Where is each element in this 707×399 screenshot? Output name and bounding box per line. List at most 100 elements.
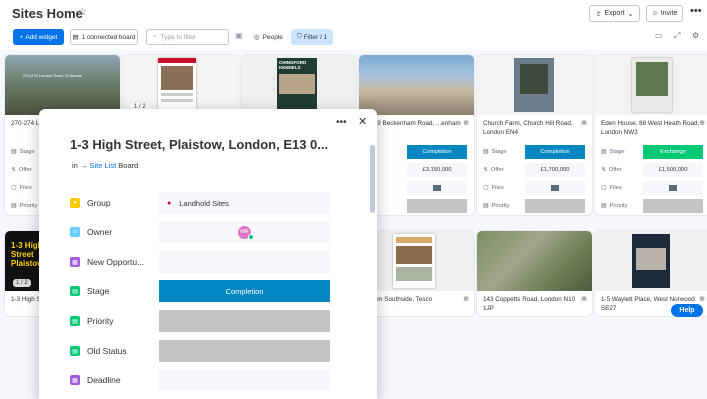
card-item[interactable]: 1 / 2 xyxy=(123,55,238,115)
avatar: MR xyxy=(238,225,254,240)
document-thumbnail xyxy=(632,58,672,112)
card-item[interactable]: CHINGFORD KENNELS xyxy=(241,55,356,115)
card-address: Church Farm, Church Hill Road, London EN… xyxy=(483,120,573,136)
card-field-offer: ↯ Offer £1,700,000 xyxy=(477,161,592,179)
more-options-icon[interactable]: ••• xyxy=(690,5,702,17)
card-image xyxy=(477,55,592,115)
card-field-files: ▢ Files xyxy=(595,179,707,197)
document-thumbnail xyxy=(632,234,670,288)
file-thumbnail-icon xyxy=(551,185,559,191)
comment-icon[interactable]: ⊕ xyxy=(463,119,469,127)
priority-icon: ▤ xyxy=(483,203,489,209)
people-filter-button[interactable]: ◎ People xyxy=(254,29,283,45)
board-breadcrumb: in → Site List Board xyxy=(72,161,139,170)
layout-icon[interactable]: ▭ xyxy=(655,31,663,40)
field-row-old-status: ▤ Old Status xyxy=(70,340,330,362)
offer-icon: ↯ xyxy=(11,167,16,173)
fullscreen-icon[interactable]: ⤢ xyxy=(674,31,680,41)
offer-icon: ↯ xyxy=(483,167,488,173)
star-icon[interactable]: ☆ xyxy=(78,7,87,18)
card-address: Eden House, 88 West Heath Road, London N… xyxy=(601,120,700,136)
card-image: CHINGFORD KENNELS xyxy=(241,55,356,115)
priority-value[interactable] xyxy=(159,310,330,332)
board-link[interactable]: Site List xyxy=(90,161,117,170)
files-icon: ▢ xyxy=(601,185,607,191)
comment-icon[interactable]: ⊕ xyxy=(581,119,587,127)
card-item[interactable]: 143 Coppetts Road, London N10 1JP ⊕ xyxy=(477,231,592,316)
top-bar: Sites Home ☆ ⇪ Export ⌄ ☺ Invite ••• xyxy=(0,0,707,28)
comment-icon[interactable]: ⊕ xyxy=(699,295,705,303)
new-opportunity-value[interactable] xyxy=(159,251,330,273)
invite-button[interactable]: ☺ Invite xyxy=(646,5,683,22)
stage-icon: ▤ xyxy=(11,149,17,155)
chevron-down-icon: ⌄ xyxy=(627,10,634,18)
document-thumbnail: CHINGFORD KENNELS xyxy=(277,58,317,112)
filter-button[interactable]: ⛉ Filter / 1 xyxy=(291,29,333,45)
stage-value[interactable]: Completion xyxy=(159,280,330,302)
settings-gear-icon[interactable]: ⚙ xyxy=(692,31,699,40)
comment-icon[interactable]: ⊕ xyxy=(463,295,469,303)
page-title: Sites Home xyxy=(12,6,83,21)
add-widget-button[interactable]: + Add widget xyxy=(13,29,64,45)
priority-icon: ▤ xyxy=(11,203,17,209)
export-button[interactable]: ⇪ Export ⌄ xyxy=(589,5,640,22)
card-address: 143 Coppetts Road, London N10 1JP xyxy=(483,296,576,312)
item-title: 1-3 High Street, Plaistow, London, E13 0… xyxy=(70,137,329,152)
files-icon: ▢ xyxy=(483,185,489,191)
stage-icon: ▤ xyxy=(601,149,607,155)
close-icon[interactable]: ✕ xyxy=(358,115,367,128)
item-detail-popup: ••• ✕ 1-3 High Street, Plaistow, London,… xyxy=(39,109,377,399)
connected-boards-button[interactable]: ▤ 1 connected board xyxy=(70,29,138,45)
card-field-stage: ▤ Stage Exchange xyxy=(595,143,707,161)
card-field-files: ▢ Files xyxy=(477,179,592,197)
offer-icon: ↯ xyxy=(601,167,606,173)
field-row-owner: ☺ Owner MR xyxy=(70,221,330,243)
export-icon: ⇪ xyxy=(595,10,602,18)
files-icon: ▢ xyxy=(11,185,17,191)
more-options-icon[interactable]: ••• xyxy=(336,117,347,128)
document-thumbnail xyxy=(158,58,196,112)
owner-value[interactable]: MR xyxy=(159,221,330,243)
card-item[interactable]: Eden House, 88 West Heath Road, London N… xyxy=(595,55,707,215)
scrollbar[interactable] xyxy=(370,145,375,213)
person-icon: ◎ xyxy=(254,34,260,41)
field-row-group: ● Group ● Landhold Sites xyxy=(70,192,330,214)
board-icon: ▤ xyxy=(72,34,79,41)
plus-icon: + xyxy=(19,33,24,41)
save-view-icon[interactable]: ▣ xyxy=(235,31,243,40)
deadline-value[interactable] xyxy=(159,369,330,391)
help-button[interactable]: Help xyxy=(671,304,703,317)
old-status-value[interactable] xyxy=(159,340,330,362)
card-image xyxy=(595,231,707,291)
document-thumbnail xyxy=(514,58,554,112)
dashboard-toolbar: + Add widget ▤ 1 connected board ⌕ Type … xyxy=(0,29,707,47)
search-icon: ⌕ xyxy=(153,33,157,40)
calendar-icon: ▦ xyxy=(70,257,80,267)
card-image xyxy=(595,55,707,115)
card-field-priority: ▤ Priority xyxy=(595,197,707,215)
field-row-deadline: ▦ Deadline xyxy=(70,369,330,391)
filter-icon: ⛉ xyxy=(296,33,302,40)
card-image xyxy=(359,55,474,115)
group-icon: ● xyxy=(70,198,80,208)
status-icon: ▤ xyxy=(70,286,80,296)
image-pager[interactable]: 1 / 2 xyxy=(13,279,31,287)
card-image: 1 / 2 xyxy=(123,55,238,115)
file-thumbnail-icon xyxy=(669,185,677,191)
group-value[interactable]: ● Landhold Sites xyxy=(159,192,330,214)
group-color-dot-icon: ● xyxy=(167,199,172,207)
status-icon: ▤ xyxy=(70,316,80,326)
field-row-priority: ▤ Priority xyxy=(70,310,330,332)
card-field-offer: ↯ Offer £1,500,000 xyxy=(595,161,707,179)
comment-icon[interactable]: ⊕ xyxy=(699,119,705,127)
search-input[interactable]: ⌕ Type to filter xyxy=(146,29,229,45)
calendar-icon: ▦ xyxy=(70,375,80,385)
card-image xyxy=(477,231,592,291)
card-field-priority: ▤ Priority xyxy=(477,197,592,215)
card-image: 270-274 London Road, St Albans xyxy=(5,55,120,115)
card-item[interactable]: Church Farm, Church Hill Road, London EN… xyxy=(477,55,592,215)
card-field-stage: ▤ Stage Completion xyxy=(477,143,592,161)
person-icon: ☺ xyxy=(70,227,80,237)
stage-icon: ▤ xyxy=(483,149,489,155)
comment-icon[interactable]: ⊕ xyxy=(581,295,587,303)
